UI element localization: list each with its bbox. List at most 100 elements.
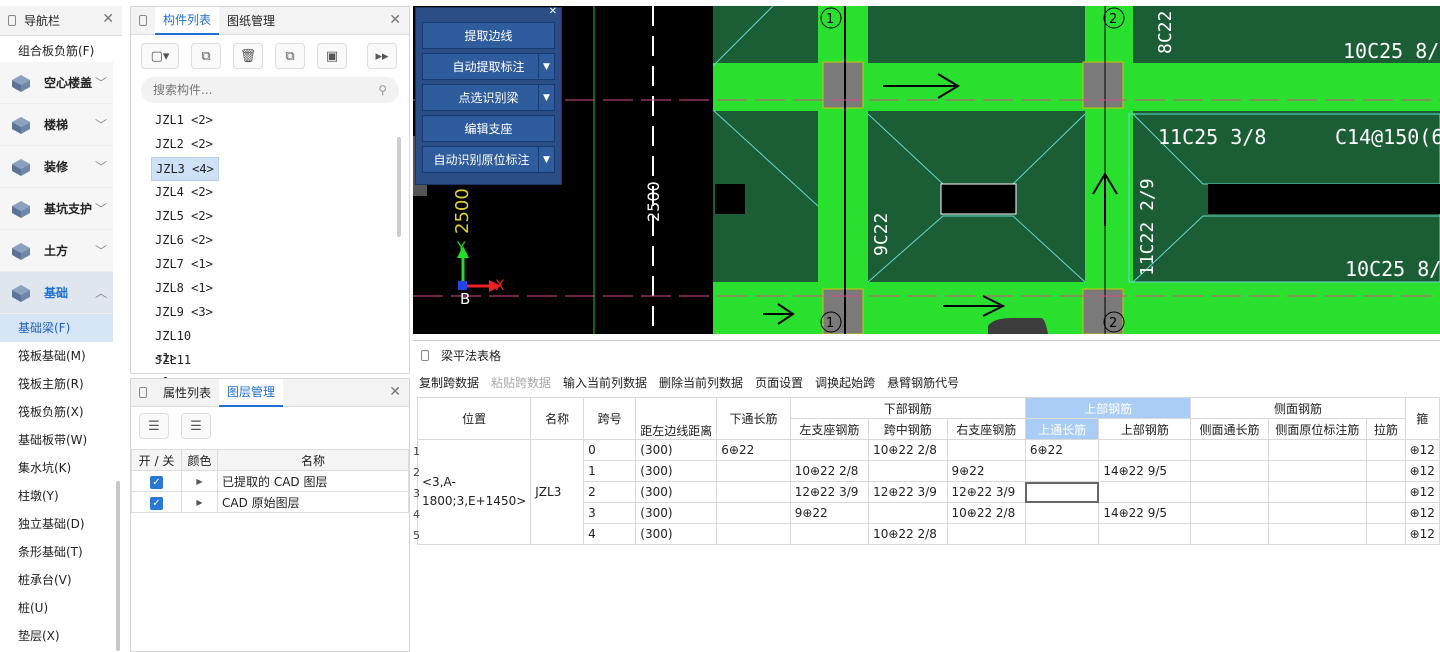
cell-top-through[interactable] — [1024, 460, 1100, 482]
cell-left[interactable] — [789, 523, 870, 545]
cell-span[interactable]: 1 — [583, 460, 637, 482]
nav-sub-item[interactable]: 集水坑(K) — [0, 454, 113, 482]
tab-component-list[interactable]: 构件列表 — [155, 6, 220, 35]
nav-sub-item[interactable]: 基础梁(F) — [0, 314, 113, 342]
nav-sub-item[interactable]: 桩承台(V) — [0, 566, 113, 594]
cell-tie[interactable] — [1366, 502, 1406, 524]
toolbar-button[interactable]: 调换起始跨 — [815, 374, 875, 391]
nav-sub-item[interactable]: 筏板基础(M) — [0, 342, 113, 370]
component-item[interactable]: JZL7 <1> — [151, 253, 219, 277]
cell-right[interactable] — [946, 523, 1026, 545]
toolbar-button[interactable]: 输入当前列数据 — [563, 374, 647, 391]
component-item[interactable]: JZL4 <2> — [151, 181, 219, 205]
cell-top[interactable] — [1098, 439, 1192, 461]
close-icon[interactable]: ✕ — [389, 12, 401, 28]
toolbar-button[interactable]: 复制跨数据 — [419, 374, 479, 391]
cell-stirrup[interactable]: ⊕12 — [1404, 523, 1440, 545]
expand-icon[interactable]: ▶ — [181, 491, 218, 513]
cell-dist[interactable]: (300) — [635, 439, 718, 461]
cell-top[interactable] — [1098, 481, 1192, 503]
nav-sub-item[interactable]: 条形基础(T) — [0, 538, 113, 566]
nav-sub-item[interactable]: 筏板负筋(X) — [0, 398, 113, 426]
tab-property-list[interactable]: 属性列表 — [155, 379, 219, 407]
pin-icon[interactable] — [421, 349, 429, 361]
component-item[interactable]: JZL11 <1> — [151, 349, 219, 389]
chevron-down-icon[interactable]: ﹀ — [95, 242, 107, 259]
cell-span[interactable]: 2 — [583, 481, 637, 503]
layer-row[interactable]: ✓ ▶ CAD 原始图层 — [131, 491, 409, 513]
cell-left[interactable] — [789, 439, 870, 461]
nav-group-1[interactable]: 楼梯 ﹀ — [0, 104, 113, 146]
cell-right[interactable]: 10⊕22 2/8 — [946, 502, 1026, 524]
copy-layer-button[interactable]: ⧉ — [275, 43, 305, 69]
component-item[interactable]: JZL2 <2> — [151, 133, 219, 157]
chevron-up-icon[interactable]: ︿ — [95, 284, 107, 301]
cell-span[interactable]: 0 — [583, 439, 637, 461]
pin-icon[interactable] — [139, 387, 147, 398]
cell-top[interactable]: 14⊕22 9/5 — [1098, 460, 1192, 482]
search-icon[interactable]: ⚲ — [378, 83, 387, 97]
chevron-down-icon[interactable]: ﹀ — [95, 158, 107, 175]
layer-hide-button[interactable]: ☰ — [181, 413, 211, 439]
edit-support-button[interactable]: 编辑支座 — [422, 115, 555, 142]
save-component-button[interactable]: ▣ — [317, 43, 347, 69]
cell-mid[interactable] — [868, 460, 948, 482]
cell-top-through[interactable] — [1024, 523, 1100, 545]
cell-bottom-through[interactable]: 6⊕22 — [716, 439, 791, 461]
pick-recognize-beam-button[interactable]: 点选识别梁 ▼ — [422, 84, 555, 111]
pin-icon[interactable] — [139, 15, 147, 26]
tab-layer-management[interactable]: 图层管理 — [219, 378, 284, 407]
cell-mid[interactable]: 10⊕22 2/8 — [868, 439, 948, 461]
cell-tie[interactable] — [1366, 523, 1406, 545]
cell-mid[interactable]: 10⊕22 2/8 — [868, 523, 948, 545]
cell-span[interactable]: 4 — [583, 523, 637, 545]
nav-sub-item[interactable]: 筏板主筋(R) — [0, 370, 113, 398]
cell-dist[interactable]: (300) — [635, 460, 718, 482]
checkbox[interactable]: ✓ — [150, 496, 163, 510]
nav-scrollbar[interactable] — [116, 481, 120, 651]
nav-group-3[interactable]: 基坑支护 ﹀ — [0, 188, 113, 230]
nav-sub-item[interactable]: 柱墩(Y) — [0, 482, 113, 510]
cell-top-through[interactable] — [1024, 481, 1100, 503]
nav-group-5[interactable]: 基础 ︿ — [0, 272, 113, 314]
cell-bottom-through[interactable] — [716, 523, 791, 545]
cell-left[interactable]: 10⊕22 2/8 — [789, 460, 870, 482]
cell-stirrup[interactable]: ⊕12 — [1404, 502, 1440, 524]
cell-side-original[interactable] — [1267, 481, 1368, 503]
nav-group-4[interactable]: 土方 ﹀ — [0, 230, 113, 272]
cell-top[interactable]: 14⊕22 9/5 — [1098, 502, 1192, 524]
cell-stirrup[interactable]: ⊕12 — [1404, 481, 1440, 503]
auto-extract-label-button[interactable]: 自动提取标注 ▼ — [422, 53, 555, 80]
cell-stirrup[interactable]: ⊕12 — [1404, 439, 1440, 461]
cell-side-original[interactable] — [1267, 460, 1368, 482]
collapse-tab[interactable] — [988, 318, 1048, 334]
component-item[interactable]: JZL6 <2> — [151, 229, 219, 253]
close-icon[interactable]: ✕ — [389, 384, 401, 400]
cell-mid[interactable] — [868, 502, 948, 524]
checkbox[interactable]: ✓ — [150, 475, 163, 489]
component-item[interactable]: JZL9 <3> — [151, 301, 219, 325]
delete-component-button[interactable]: 🗑 — [233, 43, 263, 69]
cell-right[interactable]: 12⊕22 3/9 — [946, 481, 1026, 503]
cell-tie[interactable] — [1366, 439, 1406, 461]
expand-icon[interactable]: ▶ — [181, 470, 218, 492]
cell-span[interactable]: 3 — [583, 502, 637, 524]
chevron-down-icon[interactable]: ﹀ — [95, 74, 107, 91]
toolbar-button[interactable]: 页面设置 — [755, 374, 803, 391]
cell-name[interactable]: JZL3 — [530, 439, 585, 545]
dropdown-icon[interactable]: ▼ — [538, 147, 554, 172]
cell-bottom-through[interactable] — [716, 502, 791, 524]
pin-icon[interactable] — [8, 15, 16, 26]
cell-left[interactable]: 9⊕22 — [789, 502, 870, 524]
cad-canvas[interactable]: 1 2 1 2 10C25 8/2 11C25 3/8 C14@150(6) 1… — [413, 6, 1440, 334]
dropdown-icon[interactable]: ▼ — [538, 54, 554, 79]
extract-edge-button[interactable]: 提取边线 — [422, 22, 555, 49]
cell-side-through[interactable] — [1190, 481, 1269, 503]
nav-sub-item[interactable]: 垫层(X) — [0, 622, 113, 650]
cell-top-through[interactable]: 6⊕22 — [1024, 439, 1100, 461]
component-item[interactable]: JZL3 <4> — [151, 157, 219, 181]
component-item[interactable]: JZL8 <1> — [151, 277, 219, 301]
nav-sub-item[interactable]: 独立基础(D) — [0, 510, 113, 538]
nav-item-composite-slab[interactable]: 组合板负筋(F) — [0, 36, 122, 62]
cell-side-original[interactable] — [1267, 523, 1368, 545]
